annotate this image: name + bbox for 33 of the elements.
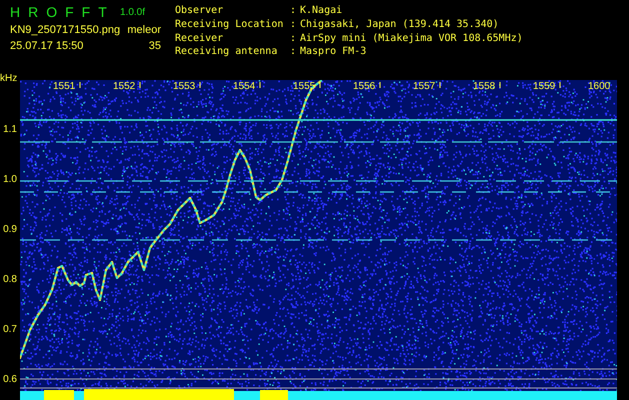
- info-label: Receiving Location: [175, 18, 284, 32]
- info-label: Receiving antenna: [175, 46, 278, 60]
- timestamp: 25.07.17 15:50: [10, 40, 84, 52]
- info-separator: :: [290, 18, 298, 32]
- info-separator: :: [290, 32, 298, 46]
- time-tick-label: 1551: [53, 81, 76, 93]
- time-tick-label: 1552: [113, 81, 136, 93]
- frequency-tick-label: 1.1: [3, 124, 17, 135]
- frequency-tick-label: 0.8: [3, 274, 17, 285]
- info-label: Observer: [175, 5, 224, 18]
- frequency-tick-label: 1.0: [3, 174, 17, 185]
- file-name: KN9_2507171550.png: [10, 24, 120, 36]
- time-tick-label: 1558: [473, 81, 496, 93]
- frequency-tick-label: 0.6: [3, 374, 17, 385]
- frequency-tick-label: 0.9: [3, 224, 17, 235]
- info-value: Maspro FM-3: [300, 46, 368, 60]
- frequency-tick-label: 0.7: [3, 324, 17, 335]
- axis-unit: kHz: [0, 73, 18, 84]
- meteor-count-value: 35: [148, 40, 162, 52]
- time-tick-label: 1600: [588, 81, 610, 93]
- info-value: Chigasaki, Japan (139.414 35.340): [300, 18, 500, 32]
- time-tick-label: 1554: [233, 81, 256, 93]
- info-value: K.Nagai: [300, 5, 344, 18]
- time-tick-label: 1557: [413, 81, 436, 93]
- time-tick-label: 1559: [533, 81, 556, 93]
- app-title: HROFFT: [10, 4, 115, 21]
- meteor-count-label: meleor: [126, 24, 162, 36]
- info-label: Receiver: [175, 32, 224, 46]
- info-value: AirSpy mini (Miakejima VOR 108.65MHz): [300, 32, 523, 46]
- version-label: 1.0.0f: [120, 7, 146, 18]
- time-tick-label: 1553: [173, 81, 196, 93]
- info-separator: :: [290, 5, 298, 18]
- info-separator: :: [290, 46, 298, 60]
